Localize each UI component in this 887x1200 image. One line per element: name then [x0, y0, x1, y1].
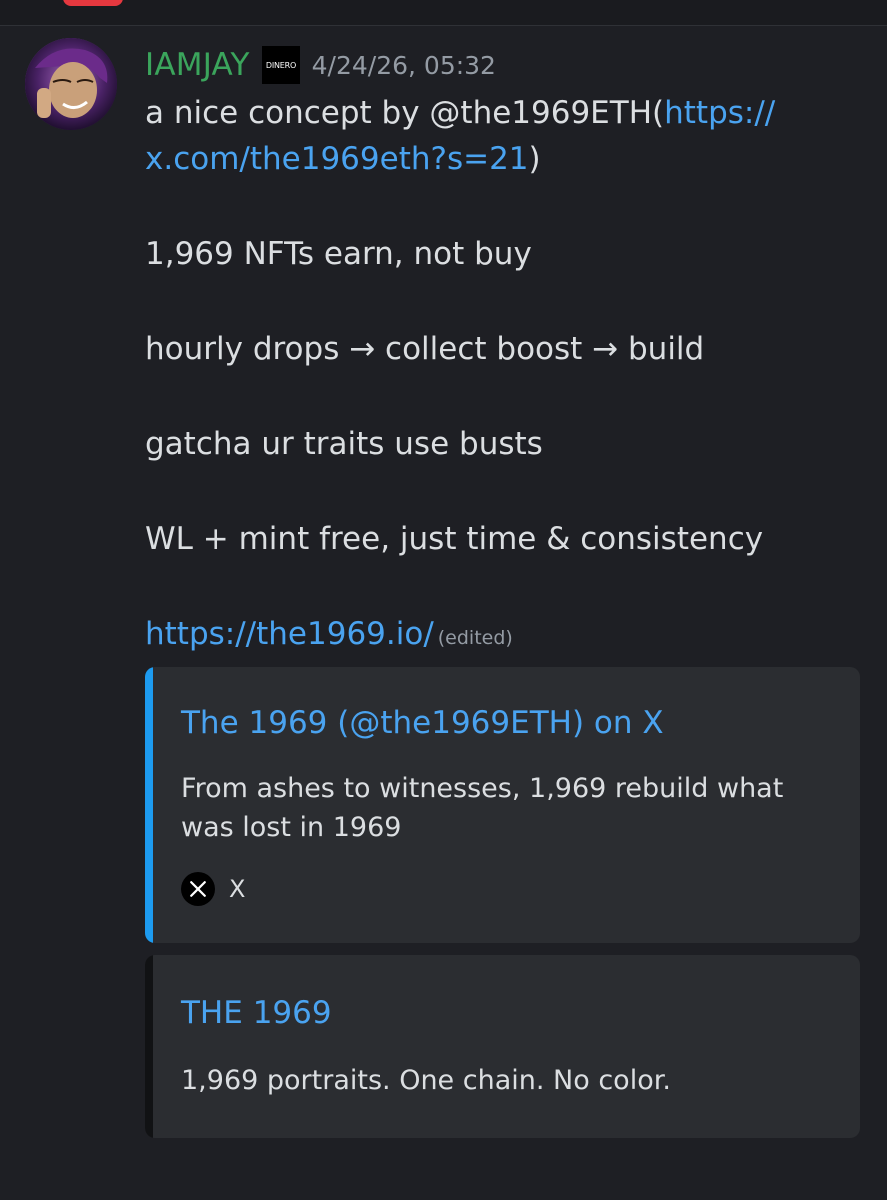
- embed-description: 1,969 portraits. One chain. No color.: [181, 1065, 671, 1096]
- message-paragraph-3: hourly drops → collect boost → build: [145, 331, 705, 367]
- top-bar: [0, 0, 887, 26]
- message-header: IAMJAY DINERO 4/24/26, 05:32: [145, 40, 496, 90]
- message-final-line: https://the1969.io/(edited): [145, 611, 860, 661]
- role-badge-text: DINERO: [266, 61, 296, 70]
- embed-accent-bar: [145, 955, 153, 1138]
- message-content: a nice concept by @the1969ETH(https:// x.…: [145, 90, 860, 661]
- embed-footer: X: [181, 872, 245, 906]
- message-paragraph-2: 1,969 NFTs earn, not buy: [145, 236, 532, 272]
- message-paragraph-5: WL + mint free, just time & consistency: [145, 521, 764, 557]
- timestamp: 4/24/26, 05:32: [311, 50, 496, 80]
- x-logo-icon: [181, 872, 215, 906]
- embed-description: From ashes to witnesses, 1,969 rebuild w…: [181, 773, 784, 843]
- embed-website[interactable]: THE 1969 1,969 portraits. One chain. No …: [145, 955, 860, 1138]
- notification-pill[interactable]: [63, 0, 123, 6]
- username[interactable]: IAMJAY: [145, 47, 250, 83]
- avatar-image: [25, 38, 117, 130]
- message-link-part2[interactable]: x.com/the1969eth?s=21: [145, 141, 529, 177]
- message-line-1: a nice concept by @the1969ETH(https:// x.…: [145, 90, 860, 182]
- message-text: a nice concept by @the1969ETH(: [145, 95, 665, 131]
- message-text-close: ): [528, 141, 541, 177]
- embed-x-post[interactable]: The 1969 (@the1969ETH) on X From ashes t…: [145, 667, 860, 943]
- message-link-part1[interactable]: https://: [664, 95, 775, 131]
- embed-title[interactable]: The 1969 (@the1969ETH) on X: [181, 705, 664, 741]
- edited-label: (edited): [437, 627, 513, 649]
- message-paragraph-4: gatcha ur traits use busts: [145, 426, 543, 462]
- role-badge-icon[interactable]: DINERO: [261, 46, 300, 84]
- embed-title[interactable]: THE 1969: [181, 995, 332, 1031]
- site-link[interactable]: https://the1969.io/: [145, 616, 434, 652]
- embed-footer-label: X: [229, 875, 246, 903]
- avatar[interactable]: [25, 38, 117, 130]
- embed-accent-bar: [145, 667, 153, 943]
